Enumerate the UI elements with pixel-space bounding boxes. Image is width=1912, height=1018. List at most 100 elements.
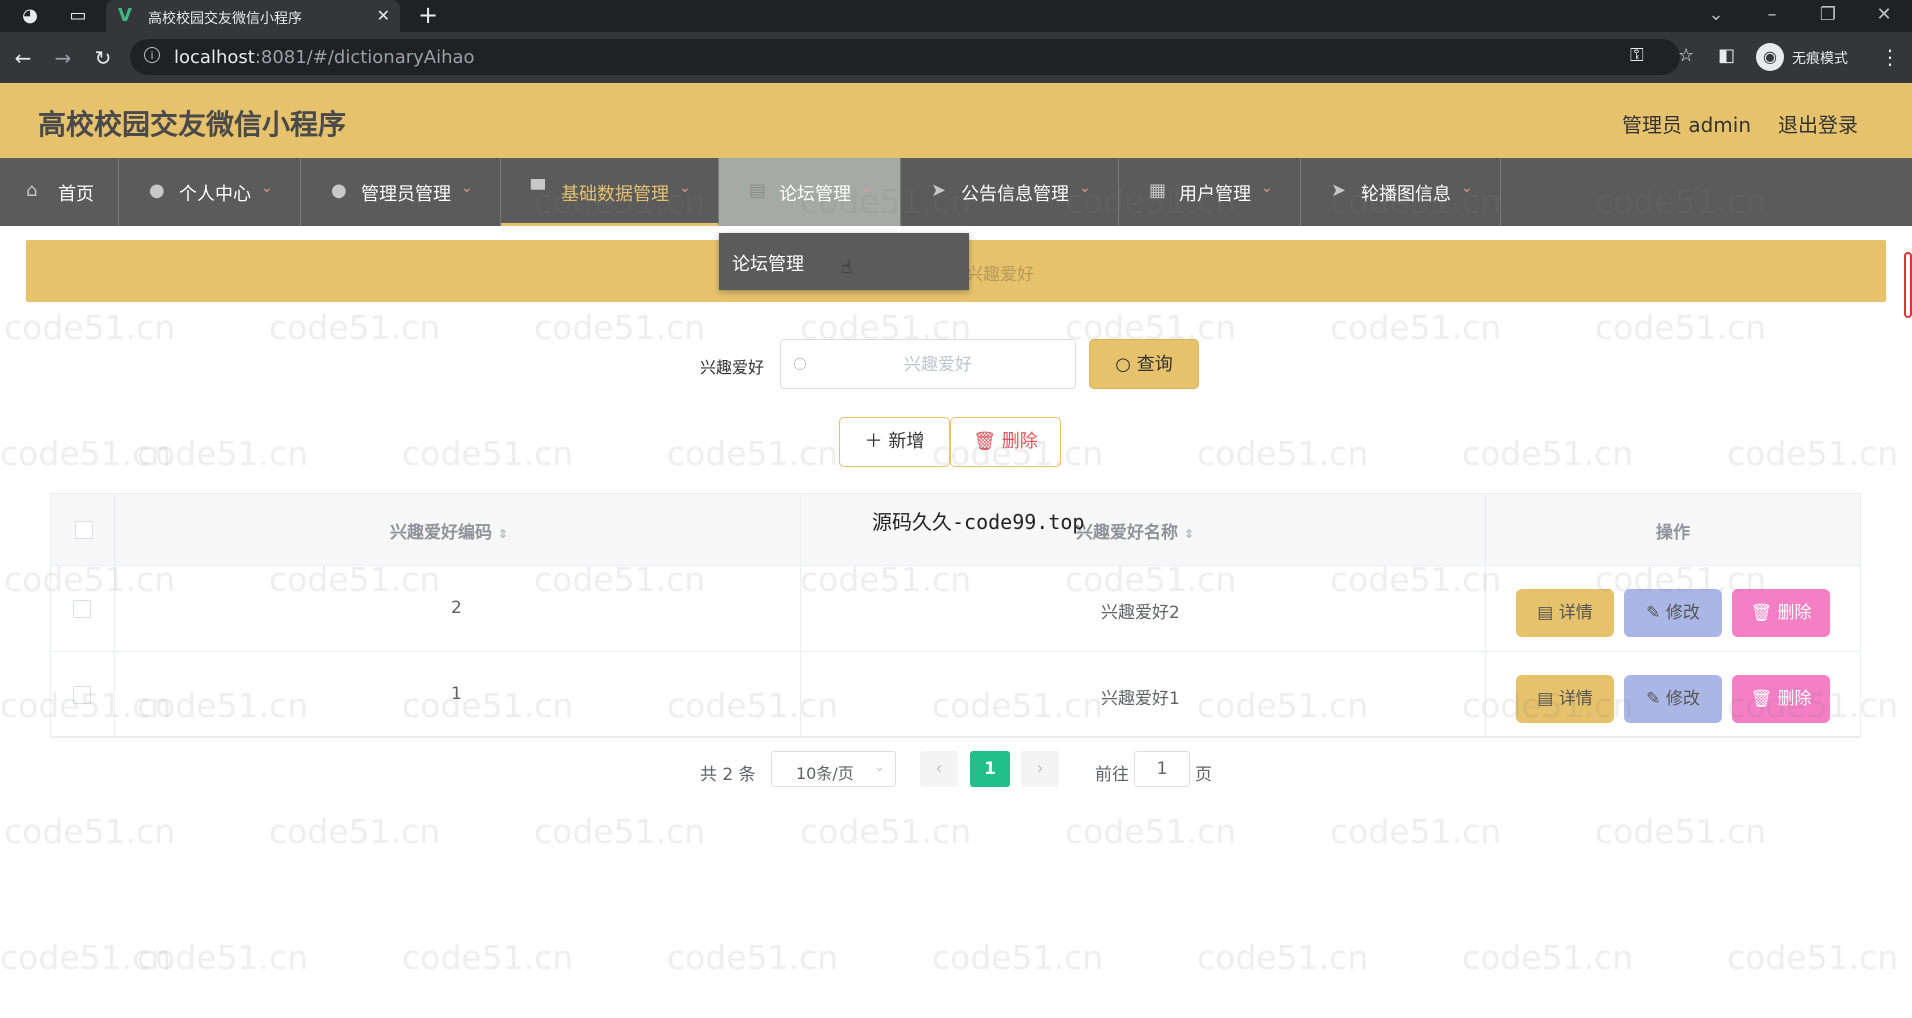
dropdown-item-forum[interactable]: 论坛管理 xyxy=(732,250,804,276)
menu-item-label: 首页 xyxy=(58,184,94,205)
batch-delete-button[interactable]: 🗑 删除 xyxy=(950,417,1061,467)
search-input[interactable] xyxy=(821,350,1055,380)
url-text[interactable]: localhost:8081/#/dictionaryAihao xyxy=(174,47,475,68)
incognito-icon: ◉ xyxy=(1756,43,1784,71)
delete-button[interactable]: 🗑 删除 xyxy=(1732,675,1830,723)
app-header: 高校校园交友微信小程序 管理员 admin 退出登录 xyxy=(0,83,1912,158)
chevron-down-icon: ⌄ xyxy=(874,760,885,775)
menu-item-admin-management[interactable]: ● 管理员管理 ⌄ xyxy=(301,158,501,226)
vue-favicon-icon: V xyxy=(118,5,132,26)
menu-item-home[interactable]: ⌂ 首页 xyxy=(0,158,119,226)
edit-button[interactable]: ✎ 修改 xyxy=(1624,589,1722,637)
new-tab-icon[interactable]: + xyxy=(418,2,438,28)
edit-icon: ✎ xyxy=(1646,689,1666,709)
pagination-total: 共 2 条 xyxy=(700,765,756,785)
batch-delete-label: 删除 xyxy=(1001,431,1038,452)
menu-item-carousel[interactable]: ➤ 轮播图信息 ⌄ xyxy=(1301,158,1501,226)
breadcrumb-current: 兴趣爱好 xyxy=(966,265,1034,285)
address-bar[interactable]: i localhost:8081/#/dictionaryAihao ⚿ ☆ xyxy=(130,39,1694,75)
page-size-select[interactable]: 10条/页 ⌄ xyxy=(771,751,896,787)
back-icon[interactable]: ← xyxy=(10,45,36,71)
row-checkbox[interactable] xyxy=(73,600,91,618)
menu-item-user-management[interactable]: ▦ 用户管理 ⌄ xyxy=(1119,158,1301,226)
chevron-down-icon: ⌄ xyxy=(1461,180,1473,196)
goto-page-input[interactable]: 1 xyxy=(1134,751,1190,787)
watermark-text: code51.cn xyxy=(1727,938,1899,977)
home-icon: ⌂ xyxy=(26,180,38,201)
prev-page-button[interactable]: ‹ xyxy=(920,751,958,787)
chevron-down-icon: ⌄ xyxy=(1079,180,1091,196)
chevron-down-icon: ⌄ xyxy=(679,180,691,196)
sort-icon[interactable]: ⇕ xyxy=(1184,527,1194,541)
tab-list-icon[interactable]: ⌄ xyxy=(1694,2,1738,28)
column-header-name[interactable]: 兴趣爱好名称 ⇕ xyxy=(1076,518,1194,543)
select-all-checkbox[interactable] xyxy=(75,521,93,539)
watermark-text: code51.cn xyxy=(1462,938,1634,977)
watermark-text: code51.cn xyxy=(1197,938,1369,977)
table-row: 1 兴趣爱好1 ▤ 详情 ✎ 修改 🗑 删除 xyxy=(51,651,1860,738)
query-button-label: 查询 xyxy=(1136,354,1173,375)
overlay-text: 源码久久-code99.top xyxy=(872,510,1085,534)
column-header-code[interactable]: 兴趣爱好编码 ⇕ xyxy=(390,518,508,543)
tab-close-icon[interactable]: ✕ xyxy=(377,6,390,25)
detail-button-label: 详情 xyxy=(1558,603,1593,623)
forward-icon[interactable]: → xyxy=(50,45,76,71)
search-field[interactable]: ○ xyxy=(780,339,1076,389)
browser-more-icon[interactable]: ⋮ xyxy=(1880,45,1900,69)
key-icon[interactable]: ⚿ xyxy=(1630,45,1644,66)
watermark-text: code51.cn xyxy=(1595,812,1767,851)
menu-item-personal-center[interactable]: ● 个人中心 ⌄ xyxy=(119,158,301,226)
browser-tab[interactable]: V 高校校园交友微信小程序 ✕ xyxy=(106,0,400,32)
next-page-button[interactable]: › xyxy=(1021,751,1059,787)
delete-button[interactable]: 🗑 删除 xyxy=(1732,589,1830,637)
menu-item-label: 基础数据管理 xyxy=(561,184,669,205)
page-size-value: 10条/页 xyxy=(796,764,854,783)
reload-icon[interactable]: ↻ xyxy=(90,45,116,71)
chevron-down-icon: ⌄ xyxy=(461,180,473,196)
edit-button[interactable]: ✎ 修改 xyxy=(1624,675,1722,723)
table-row: 2 兴趣爱好2 ▤ 详情 ✎ 修改 🗑 删除 xyxy=(51,565,1860,652)
url-path: :8081/#/dictionaryAihao xyxy=(254,47,475,68)
user-icon: ● xyxy=(149,180,165,201)
browser-menu-icon[interactable]: ◕ xyxy=(18,4,42,28)
add-button[interactable]: ＋ 新增 xyxy=(839,417,950,467)
cell-name: 兴趣爱好2 xyxy=(1101,603,1180,623)
logout-link[interactable]: 退出登录 xyxy=(1778,109,1858,138)
menu-item-label: 论坛管理 xyxy=(779,184,851,205)
menu-item-label: 用户管理 xyxy=(1179,184,1251,205)
menu-item-basic-data[interactable]: ▀ 基础数据管理 ⌄ xyxy=(501,158,719,226)
browser-toolbar: ← → ↻ i localhost:8081/#/dictionaryAihao… xyxy=(0,32,1912,83)
sort-icon[interactable]: ⇕ xyxy=(498,527,508,541)
document-icon: ▤ xyxy=(1537,689,1559,709)
chevron-down-icon: ⌄ xyxy=(1261,180,1273,196)
side-panel-icon[interactable]: ◧ xyxy=(1718,45,1735,66)
query-button[interactable]: ○ 查询 xyxy=(1089,339,1199,389)
site-info-icon[interactable]: i xyxy=(144,47,160,63)
column-header-actions: 操作 xyxy=(1656,523,1690,543)
trash-icon: 🗑 xyxy=(1750,689,1778,709)
tab-title: 高校校园交友微信小程序 xyxy=(148,11,302,27)
minimize-icon[interactable]: – xyxy=(1750,2,1794,28)
scrollbar-indicator[interactable] xyxy=(1904,252,1912,318)
incognito-indicator[interactable]: ◉ 无痕模式 xyxy=(1752,40,1864,74)
close-window-icon[interactable]: ✕ xyxy=(1862,2,1906,28)
menu-item-label: 公告信息管理 xyxy=(961,184,1069,205)
star-icon[interactable]: ☆ xyxy=(1678,45,1694,66)
page-number-current[interactable]: 1 xyxy=(970,751,1010,787)
admin-label: 管理员 admin xyxy=(1622,113,1752,137)
cell-code: 1 xyxy=(451,684,462,704)
menu-item-announcement[interactable]: ➤ 公告信息管理 ⌄ xyxy=(901,158,1119,226)
detail-button[interactable]: ▤ 详情 xyxy=(1516,675,1614,723)
menu-item-forum[interactable]: ▤ 论坛管理 ⌄ xyxy=(719,158,901,226)
watermark-text: code51.cn xyxy=(1330,812,1502,851)
restore-icon[interactable]: ❐ xyxy=(1806,2,1850,28)
detail-button[interactable]: ▤ 详情 xyxy=(1516,589,1614,637)
row-checkbox[interactable] xyxy=(73,686,91,704)
watermark-text: code51.cn xyxy=(4,812,176,851)
app-title: 高校校园交友微信小程序 xyxy=(38,108,347,141)
cell-name: 兴趣爱好1 xyxy=(1101,689,1180,709)
edit-button-label: 修改 xyxy=(1665,603,1700,623)
top-nav-menu: ⌂ 首页 ● 个人中心 ⌄ ● 管理员管理 ⌄ ▀ 基础数据管理 ⌄ ▤ 论坛管… xyxy=(0,158,1912,226)
plus-icon: ＋ xyxy=(864,431,889,452)
tab-search-icon[interactable]: ▭ xyxy=(66,4,90,28)
